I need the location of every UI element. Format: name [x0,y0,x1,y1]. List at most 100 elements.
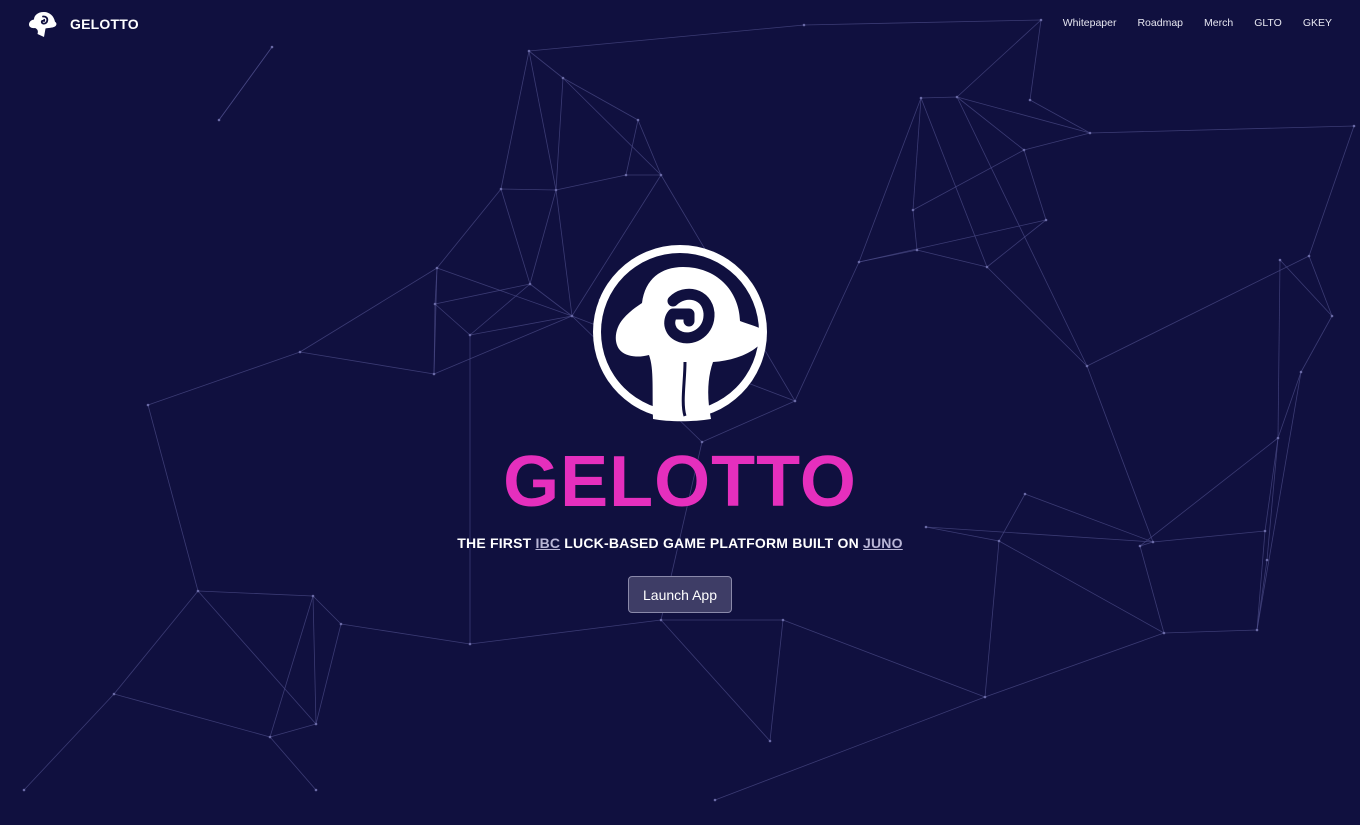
network-node [919,96,923,100]
network-line [998,540,1165,634]
network-node [554,188,558,192]
network-node [311,594,315,598]
network-node [22,788,26,792]
network-node [1022,148,1026,152]
tagline-middle: LUCK-BASED GAME PLATFORM BUILT ON [560,535,864,551]
network-line [528,50,564,79]
network-line [794,261,860,402]
network-line [312,595,317,725]
top-navigation-bar: GELOTTO Whitepaper Roadmap Merch GLTO GK… [0,0,1360,48]
network-line [555,174,627,191]
network-line [434,283,531,305]
juno-link[interactable]: JUNO [863,535,903,551]
network-node [768,739,772,743]
network-line [500,188,557,191]
network-node [911,208,915,212]
network-line [986,219,1047,268]
network-line [469,315,573,336]
nav-item-glto[interactable]: GLTO [1254,17,1282,29]
network-line [269,723,317,738]
network-node [1162,631,1166,635]
network-line [920,97,988,268]
network-node [1299,370,1303,374]
network-line [858,219,1047,263]
nav-item-whitepaper[interactable]: Whitepaper [1063,17,1117,29]
network-line [1163,629,1258,634]
network-node [955,95,959,99]
nav-item-merch[interactable]: Merch [1204,17,1233,29]
network-node [570,314,574,318]
network-line [1277,259,1281,439]
nav-item-gkey[interactable]: GKEY [1303,17,1332,29]
network-line [1089,125,1355,134]
network-node [1263,529,1267,533]
network-line [920,96,958,99]
network-line [340,623,471,645]
network-line [956,96,1091,134]
network-node [1278,258,1282,262]
network-node [1330,314,1334,318]
network-node [339,622,343,626]
tagline-prefix: THE FIRST [457,535,536,551]
network-node [1352,124,1356,128]
network-line [433,315,573,375]
network-line [436,267,573,317]
network-node [314,788,318,792]
network-line [625,119,639,176]
brand-home-link[interactable]: GELOTTO [28,10,139,38]
network-line [23,693,115,791]
network-line [956,96,1088,367]
hero-gelotto-logo-icon [593,245,767,422]
network-node [468,642,472,646]
network-node [112,692,116,696]
network-line [956,96,1025,151]
network-line [555,189,573,317]
network-line [660,619,771,742]
network-node [561,76,565,80]
brand-name: GELOTTO [70,16,139,32]
network-node [781,618,785,622]
network-node [1085,364,1089,368]
network-line [469,283,531,336]
network-node [432,372,436,376]
hero-tagline: THE FIRST IBC LUCK-BASED GAME PLATFORM B… [0,535,1360,551]
network-line [113,693,271,738]
network-node [713,798,717,802]
network-node [624,173,628,177]
network-line [197,590,317,725]
network-line [555,77,564,191]
network-line [433,303,436,375]
network-line [637,119,662,176]
network-node [985,265,989,269]
nav-item-roadmap[interactable]: Roadmap [1137,17,1183,29]
network-line [312,595,342,625]
main-nav: Whitepaper Roadmap Merch GLTO GKEY [1063,17,1332,29]
ibc-link[interactable]: IBC [536,535,561,551]
network-line [562,77,662,176]
network-line [315,623,342,725]
network-node [924,525,928,529]
network-line [218,46,273,121]
launch-app-button[interactable]: Launch App [628,576,732,613]
network-line [469,619,662,645]
network-line [1277,371,1302,439]
network-node [314,722,318,726]
network-node [146,403,150,407]
network-line [528,50,557,191]
network-node [196,589,200,593]
gelotto-mushroom-icon [29,12,57,37]
network-line [500,188,531,285]
network-line [782,619,986,698]
network-node [435,266,439,270]
network-node [268,735,272,739]
network-node [1276,436,1280,440]
network-node [659,618,663,622]
network-line [714,696,986,801]
network-line [147,351,301,406]
network-line [1023,132,1091,151]
network-line [916,249,988,268]
network-node [433,302,437,306]
network-line [1139,545,1165,634]
network-node [983,695,987,699]
network-line [269,736,317,791]
